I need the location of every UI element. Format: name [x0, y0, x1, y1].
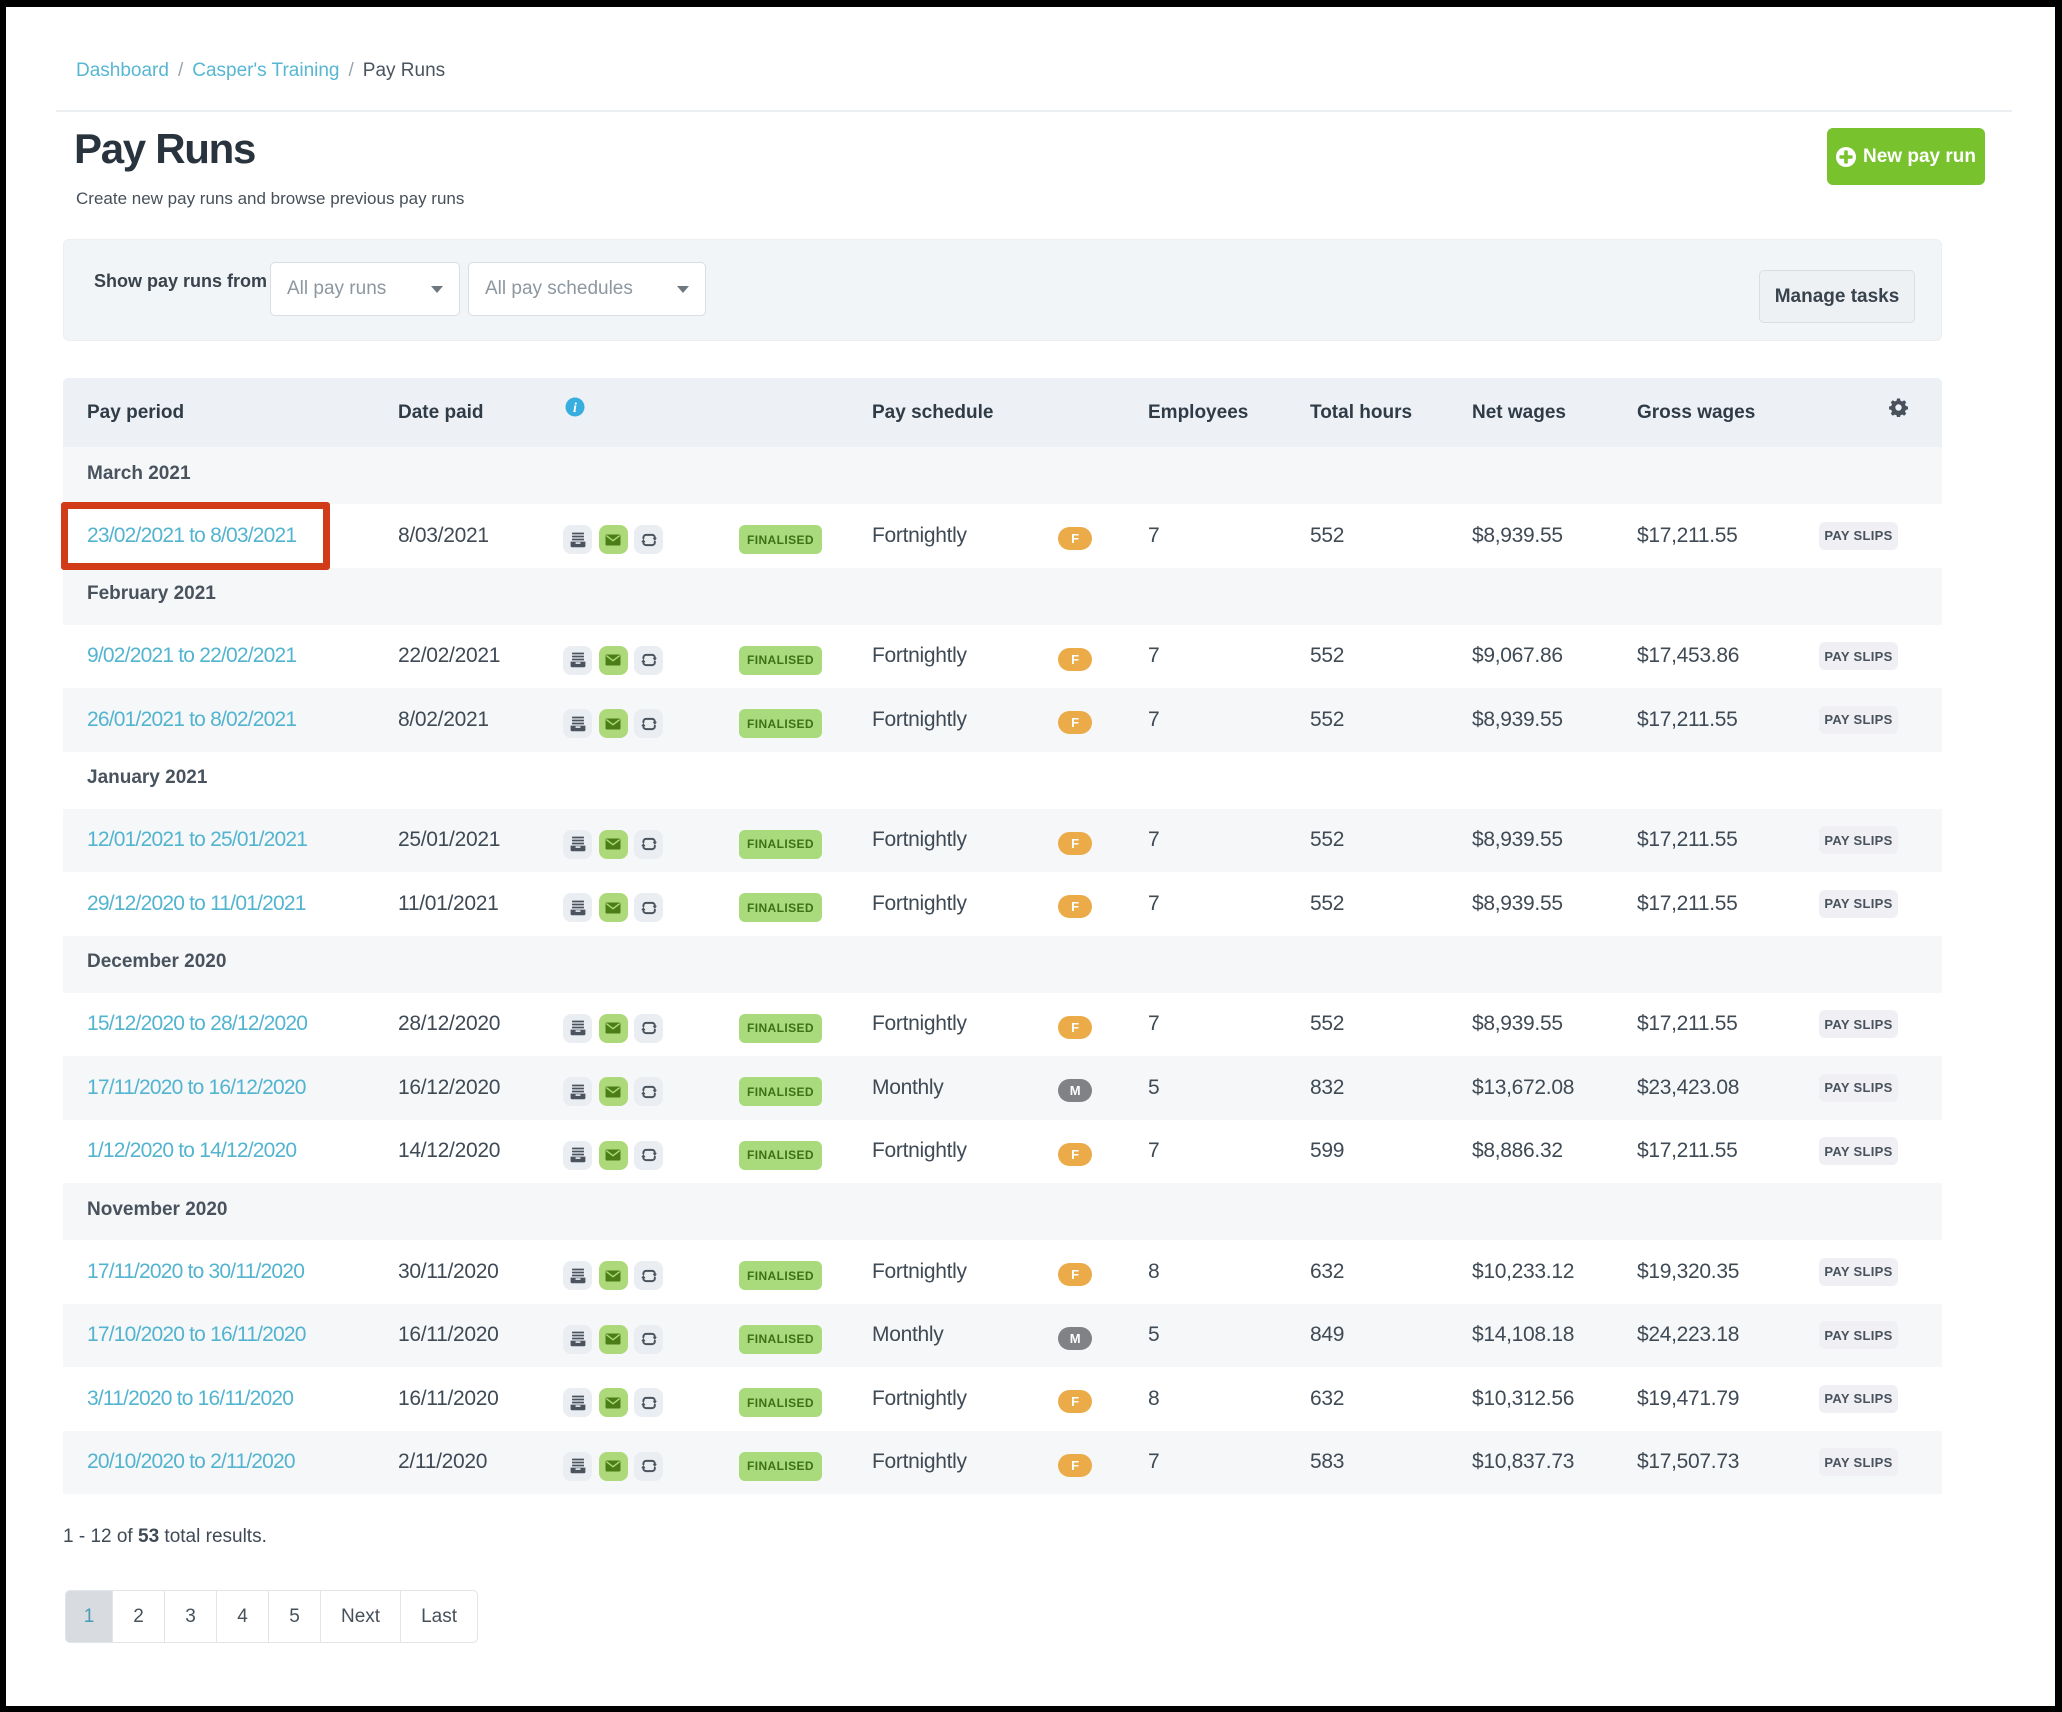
- svg-text:i: i: [573, 401, 577, 416]
